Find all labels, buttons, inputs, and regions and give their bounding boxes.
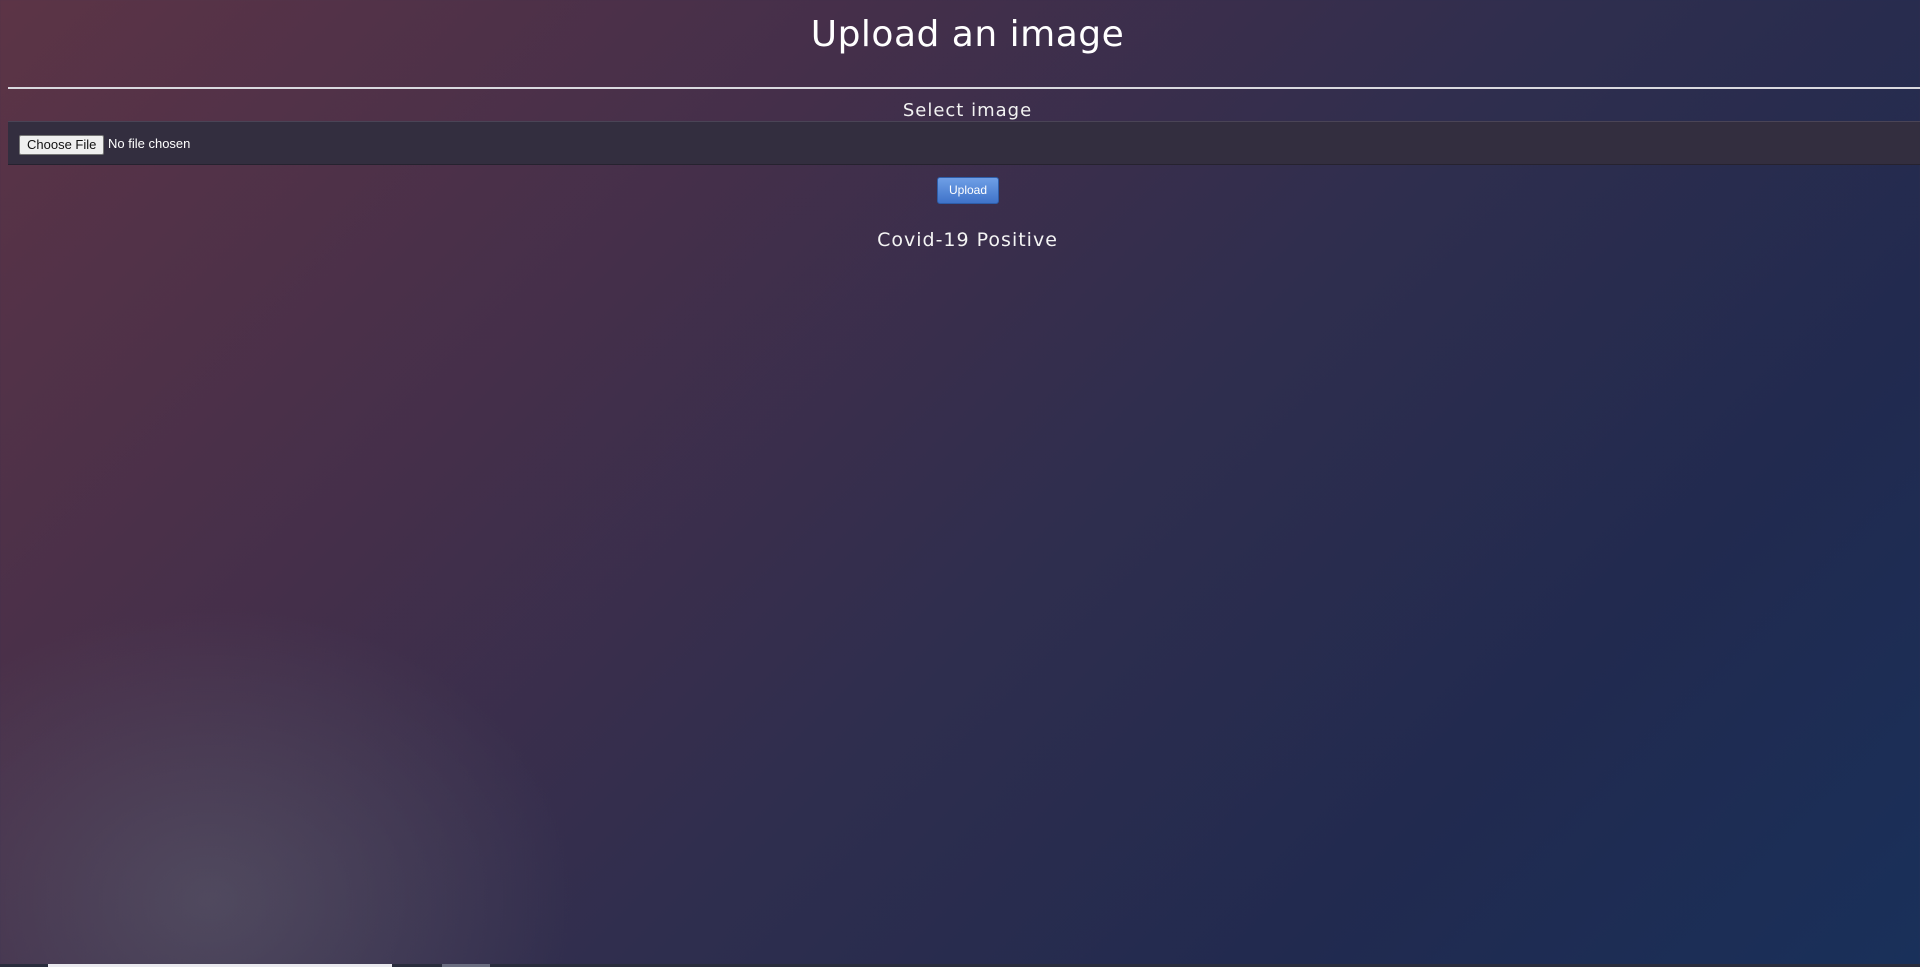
file-status-text: No file chosen — [108, 136, 191, 151]
file-input-row[interactable]: Choose File No file chosen — [8, 121, 1920, 165]
prediction-result: Covid-19 Positive — [877, 229, 1058, 251]
choose-file-button[interactable]: Choose File — [19, 135, 105, 155]
page-title: Upload an image — [810, 14, 1125, 55]
title-divider — [8, 87, 1920, 89]
select-image-label: Select image — [902, 100, 1033, 121]
upload-button[interactable]: Upload — [937, 177, 999, 204]
